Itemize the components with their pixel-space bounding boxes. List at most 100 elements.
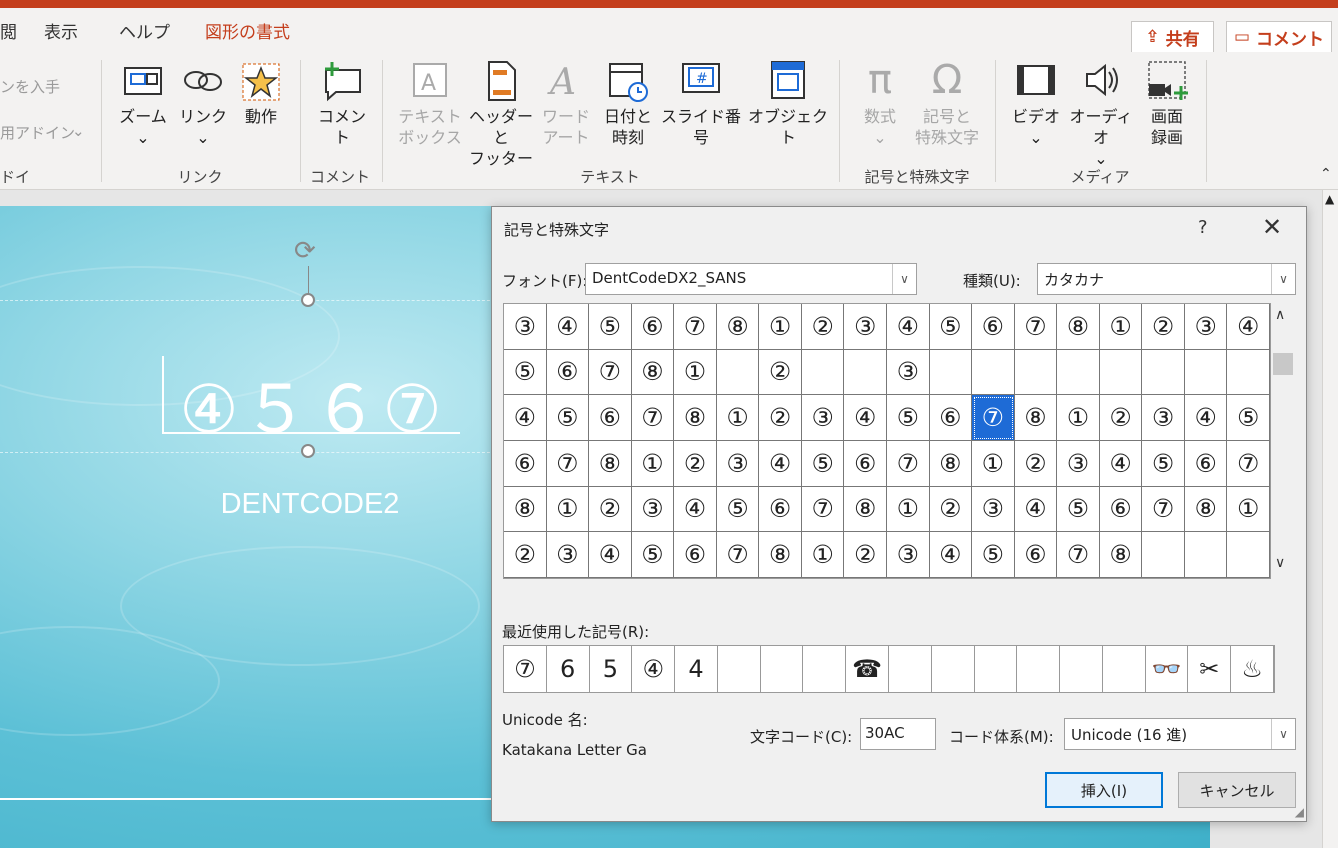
symbol-cell[interactable]: ③: [972, 486, 1015, 533]
video-button[interactable]: ビデオ ⌄: [1010, 58, 1062, 148]
symbol-cell[interactable]: ③: [1184, 304, 1228, 350]
symbol-cell[interactable]: ⑤: [716, 486, 760, 533]
symbol-cell[interactable]: ②: [929, 486, 973, 533]
symbol-cell[interactable]: ②: [1014, 441, 1058, 487]
symbol-cell[interactable]: ⑥: [759, 486, 802, 533]
symbol-cell[interactable]: ③: [546, 532, 590, 578]
symbol-cell[interactable]: ⑦: [887, 441, 930, 487]
symbol-cell[interactable]: ④: [887, 304, 930, 350]
action-button[interactable]: 動作: [237, 58, 285, 127]
symbol-cell[interactable]: ⑧: [844, 486, 887, 533]
recent-symbol-cell[interactable]: 4: [675, 646, 718, 692]
symbol-cell[interactable]: ①: [972, 441, 1015, 487]
symbol-cell[interactable]: ⑤: [887, 395, 930, 441]
symbol-cell[interactable]: ⑦: [801, 486, 845, 533]
char-code-input[interactable]: 30AC: [860, 718, 936, 750]
symbol-cell[interactable]: ⑤: [546, 395, 590, 441]
symbol-cell[interactable]: [1184, 349, 1228, 396]
symbol-cell[interactable]: ②: [674, 441, 717, 487]
symbol-cell[interactable]: ⑥: [546, 349, 590, 396]
slide-subtitle[interactable]: DENTCODE2: [165, 488, 455, 521]
symbol-cell[interactable]: ①: [887, 486, 930, 533]
symbol-cell[interactable]: ②: [1099, 395, 1143, 441]
my-addins-button[interactable]: 用アドイン: [0, 122, 75, 143]
symbol-cell[interactable]: [929, 349, 973, 396]
wordart-button[interactable]: A ワード アート: [536, 58, 596, 148]
chevron-down-icon[interactable]: ∨: [892, 264, 916, 294]
chevron-down-icon[interactable]: ∨: [1271, 264, 1295, 294]
symbol-cell[interactable]: ⑦: [1057, 532, 1100, 578]
symbol-cell[interactable]: ⑦: [589, 349, 632, 396]
symbol-cell[interactable]: ⑥: [1184, 441, 1228, 487]
symbol-cell[interactable]: ⑥: [929, 395, 973, 441]
symbol-cell[interactable]: ③: [631, 486, 675, 533]
symbol-cell[interactable]: ①: [759, 304, 802, 350]
symbol-cell[interactable]: [1142, 532, 1185, 578]
symbol-cell[interactable]: ③: [1057, 441, 1100, 487]
symbol-cell[interactable]: ⑧: [716, 304, 760, 350]
recent-symbol-cell[interactable]: [975, 646, 1018, 692]
symbol-cell[interactable]: ②: [1142, 304, 1185, 350]
symbol-cell[interactable]: ①: [1099, 304, 1143, 350]
close-icon[interactable]: ✕: [1262, 213, 1282, 241]
tab-review[interactable]: 閲: [0, 18, 17, 43]
symbol-cell[interactable]: ④: [546, 304, 590, 350]
recent-symbol-cell[interactable]: [761, 646, 804, 692]
recent-symbol-cell[interactable]: ④: [632, 646, 676, 692]
symbol-cell[interactable]: ④: [759, 441, 802, 487]
symbol-cell[interactable]: ⑧: [1014, 395, 1058, 441]
symbol-cell[interactable]: ⑦: [631, 395, 675, 441]
recent-symbol-cell[interactable]: [932, 646, 975, 692]
symbol-cell[interactable]: ④: [1184, 395, 1228, 441]
symbol-cell[interactable]: [1014, 349, 1058, 396]
chevron-down-icon[interactable]: ∨: [1271, 719, 1295, 749]
resize-handle-bottom[interactable]: [301, 444, 315, 458]
scroll-down-icon[interactable]: ∨: [1275, 555, 1285, 571]
symbol-cell[interactable]: ⑦: [1227, 441, 1270, 487]
symbol-cell[interactable]: ⑥: [674, 532, 717, 578]
symbol-cell[interactable]: ⑦: [1142, 486, 1185, 533]
slide-number-button[interactable]: # スライド番号: [656, 58, 746, 148]
tab-view[interactable]: 表示: [44, 18, 78, 43]
symbol-cell[interactable]: ③: [1142, 395, 1185, 441]
symbol-cell[interactable]: ①: [716, 395, 760, 441]
symbol-cell[interactable]: ⑥: [631, 304, 675, 350]
symbol-cell[interactable]: ③: [716, 441, 760, 487]
collapse-ribbon-icon[interactable]: ⌃: [1320, 166, 1332, 182]
recent-symbol-cell[interactable]: 👓: [1146, 646, 1189, 692]
textbox-button[interactable]: A テキスト ボックス: [394, 58, 466, 148]
symbol-cell[interactable]: ⑧: [759, 532, 802, 578]
symbol-cell[interactable]: ⑧: [929, 441, 973, 487]
symbol-cell[interactable]: ①: [546, 486, 590, 533]
symbol-cell[interactable]: ③: [801, 395, 845, 441]
symbol-cell[interactable]: ⑤: [801, 441, 845, 487]
symbol-cell[interactable]: ⑤: [504, 349, 547, 396]
symbol-cell[interactable]: ①: [631, 441, 675, 487]
symbol-cell[interactable]: ⑥: [844, 441, 887, 487]
scroll-up-icon[interactable]: ∧: [1275, 307, 1285, 323]
comments-button[interactable]: ▭ コメント: [1226, 21, 1332, 53]
symbol-cell[interactable]: ④: [674, 486, 717, 533]
symbol-cell[interactable]: ①: [1227, 486, 1270, 533]
symbol-cell[interactable]: ⑤: [631, 532, 675, 578]
resize-handle-top[interactable]: [301, 293, 315, 307]
symbol-cell[interactable]: ①: [801, 532, 845, 578]
symbol-cell[interactable]: ⑦: [546, 441, 590, 487]
recent-symbol-cell[interactable]: ⑦: [504, 646, 547, 692]
recent-symbol-cell[interactable]: [718, 646, 761, 692]
symbol-cell[interactable]: [716, 349, 760, 396]
symbol-cell[interactable]: ②: [801, 304, 845, 350]
header-footer-button[interactable]: ヘッダーと フッター: [468, 58, 534, 169]
symbol-cell[interactable]: ②: [589, 486, 632, 533]
symbol-cell[interactable]: ②: [759, 349, 802, 396]
equation-button[interactable]: π 数式 ⌄: [852, 58, 908, 148]
recent-symbol-cell[interactable]: 6: [547, 646, 590, 692]
scroll-up-icon[interactable]: ▲: [1325, 192, 1334, 206]
cancel-button[interactable]: キャンセル: [1178, 772, 1296, 808]
symbol-cell[interactable]: ⑧: [674, 395, 717, 441]
share-button[interactable]: ⇪ 共有: [1131, 21, 1214, 53]
recent-symbol-cell[interactable]: ☎: [846, 646, 889, 692]
symbol-cell[interactable]: ④: [844, 395, 887, 441]
symbol-cell[interactable]: ②: [844, 532, 887, 578]
symbol-cell[interactable]: ④: [1099, 441, 1143, 487]
